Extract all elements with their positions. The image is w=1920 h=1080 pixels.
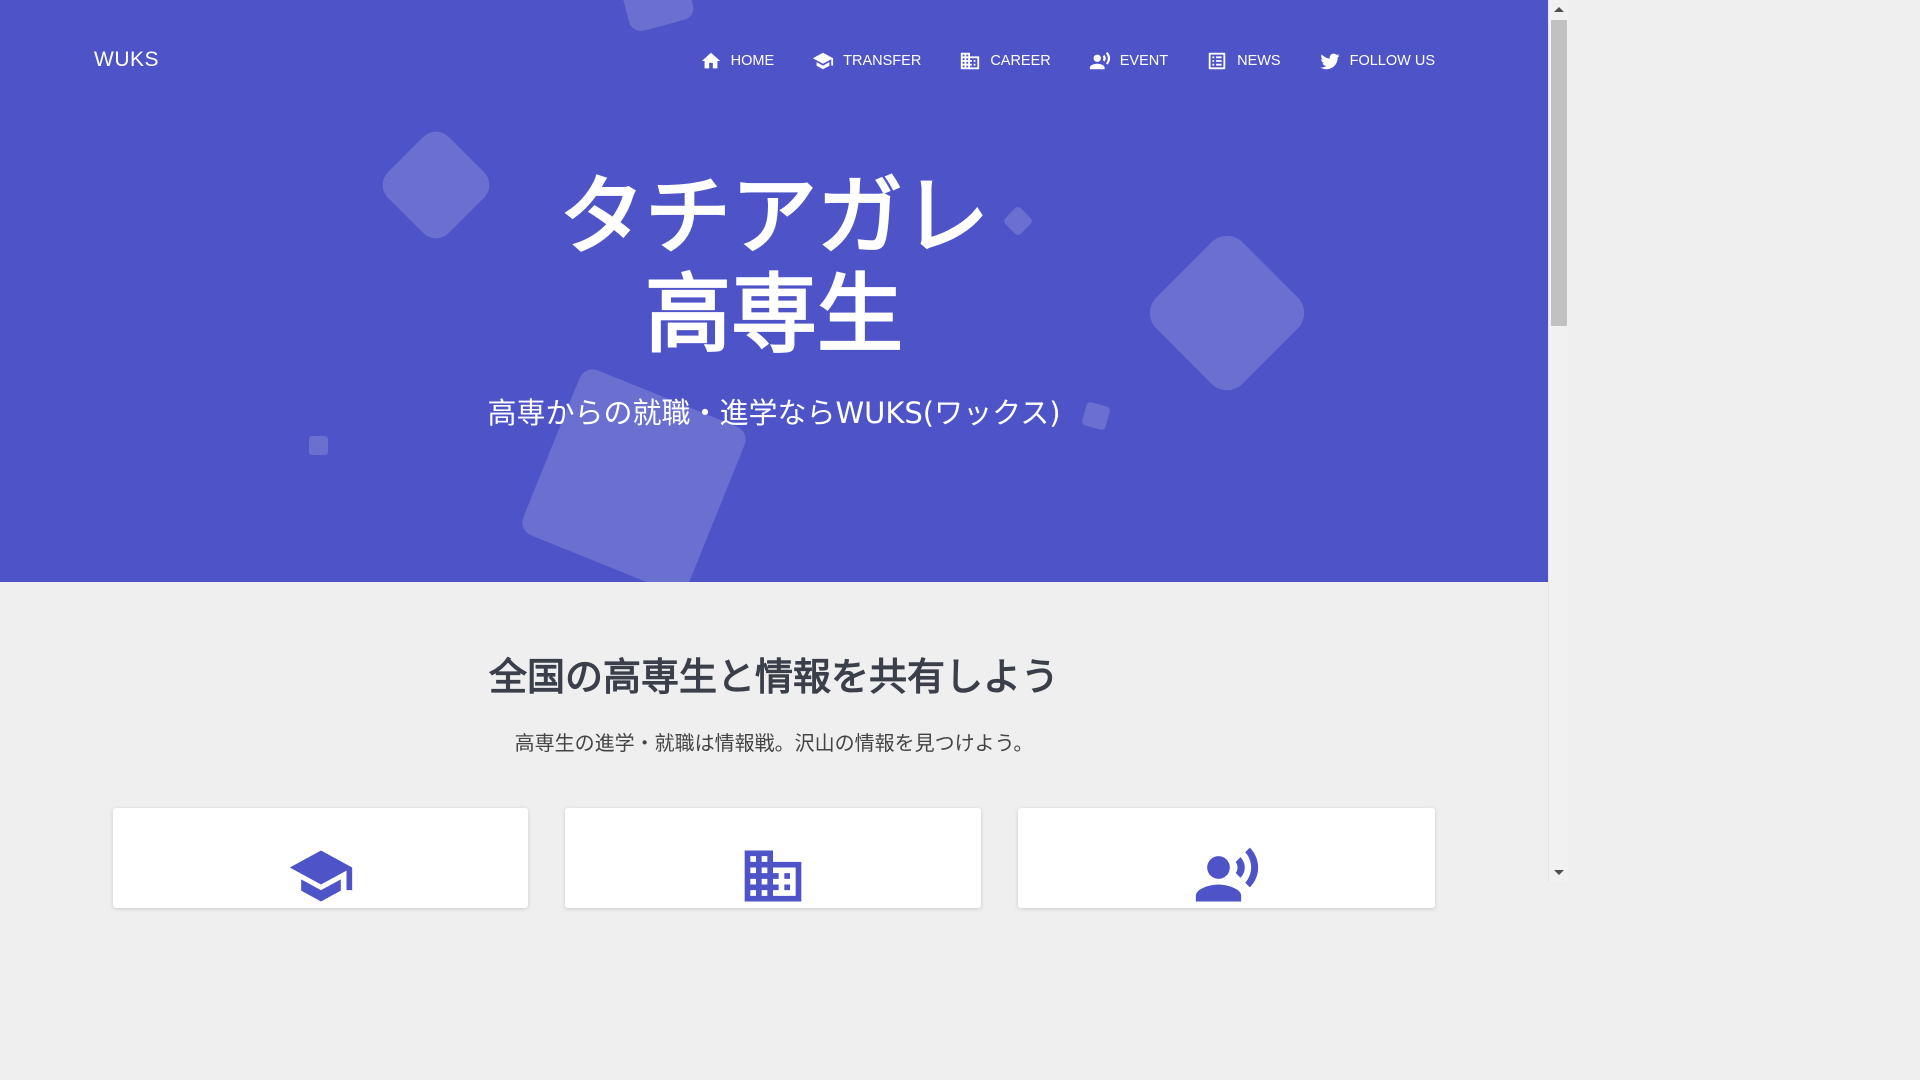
decorative-shape xyxy=(309,436,328,455)
scroll-thumb[interactable] xyxy=(1551,20,1567,326)
nav-item-career[interactable]: CAREER xyxy=(959,48,1051,74)
scroll-up-arrow-icon[interactable] xyxy=(1554,7,1564,12)
list-icon xyxy=(1208,52,1226,70)
navbar: WUKS HOME TRANSFER CAREER EVENT NEWS FOL… xyxy=(0,0,1548,122)
nav-item-label: CAREER xyxy=(990,53,1051,69)
vertical-scrollbar[interactable] xyxy=(1548,0,1568,882)
scroll-down-arrow-icon[interactable] xyxy=(1554,870,1564,875)
feature-card-career[interactable] xyxy=(565,808,981,908)
feature-card-transfer[interactable] xyxy=(113,808,528,908)
record-voice-icon xyxy=(1089,51,1110,70)
nav-item-label: FOLLOW US xyxy=(1349,53,1435,69)
nav-item-home[interactable]: HOME xyxy=(700,48,775,74)
nav-item-follow-us[interactable]: FOLLOW US xyxy=(1319,48,1435,74)
twitter-icon xyxy=(1320,53,1340,70)
graduation-cap-icon xyxy=(289,850,352,902)
building-icon xyxy=(744,850,802,902)
nav-item-transfer[interactable]: TRANSFER xyxy=(812,48,921,74)
nav-item-label: NEWS xyxy=(1237,53,1281,69)
brand-logo[interactable]: WUKS xyxy=(94,48,159,72)
record-voice-icon xyxy=(1195,847,1258,902)
building-icon xyxy=(961,52,980,70)
nav-menu: HOME TRANSFER CAREER EVENT NEWS FOLLOW U… xyxy=(700,48,1435,74)
feature-card-event[interactable] xyxy=(1018,808,1435,908)
nav-item-event[interactable]: EVENT xyxy=(1089,48,1168,74)
section-subtitle: 高専生の進学・就職は情報戦。沢山の情報を見つけよう。 xyxy=(514,731,1034,755)
hero-title-line1: タチアガレ xyxy=(559,167,989,267)
section-title: 全国の高専生と情報を共有しよう xyxy=(488,655,1059,699)
nav-item-news[interactable]: NEWS xyxy=(1206,48,1281,74)
hero-subtitle: 高専からの就職・進学ならWUKS(ワックス) xyxy=(487,396,1061,430)
home-icon xyxy=(701,52,720,69)
hero-section: WUKS HOME TRANSFER CAREER EVENT NEWS FOL… xyxy=(0,0,1548,582)
nav-item-label: TRANSFER xyxy=(843,53,922,69)
hero-title-line2: 高専生 xyxy=(645,265,903,365)
nav-item-label: HOME xyxy=(730,53,775,69)
nav-item-label: EVENT xyxy=(1119,53,1169,69)
hero-title: タチアガレ 高専生 xyxy=(0,168,1548,364)
graduation-cap-icon xyxy=(813,52,834,70)
